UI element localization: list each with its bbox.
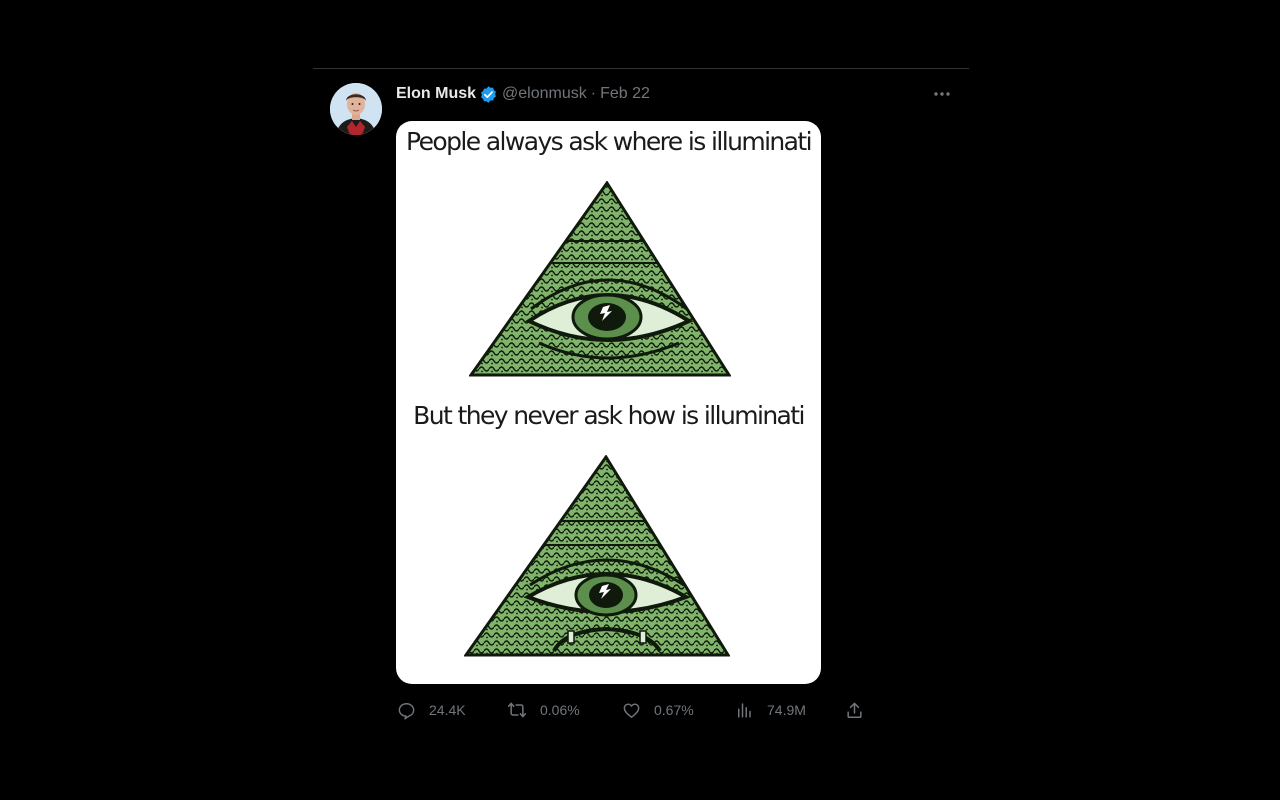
- tweet-header: Elon Musk @elonmusk · Feb 22: [396, 83, 650, 105]
- tweet[interactable]: Elon Musk @elonmusk · Feb 22 People alwa…: [313, 69, 969, 729]
- more-options-button[interactable]: [929, 83, 955, 105]
- views-button[interactable]: 74.9M: [734, 700, 844, 720]
- reply-button[interactable]: 24.4K: [396, 700, 507, 720]
- retweet-count: 0.06%: [540, 702, 580, 718]
- views-chart-icon: [734, 700, 754, 720]
- like-button[interactable]: 0.67%: [621, 700, 734, 720]
- tweet-date[interactable]: Feb 22: [600, 83, 650, 105]
- retweet-button[interactable]: 0.06%: [507, 700, 621, 720]
- reply-icon: [396, 700, 416, 720]
- views-count: 74.9M: [767, 702, 806, 718]
- heart-icon: [621, 700, 641, 720]
- page: Elon Musk @elonmusk · Feb 22 People alwa…: [0, 0, 1280, 800]
- like-count: 0.67%: [654, 702, 694, 718]
- share-icon: [844, 700, 864, 720]
- illuminati-pyramid-image: [469, 181, 731, 377]
- retweet-icon: [507, 700, 527, 720]
- meme-caption-bottom: But they never ask how is illuminati: [413, 401, 805, 430]
- avatar[interactable]: [330, 83, 382, 135]
- tweet-actions: 24.4K 0.06% 0.67% 74.9M: [396, 697, 866, 723]
- illuminati-pyramid-sad-image: [464, 455, 730, 657]
- meme-caption-top: People always ask where is illuminati: [406, 127, 813, 156]
- verified-badge-icon[interactable]: [479, 85, 498, 104]
- author-name[interactable]: Elon Musk: [396, 83, 476, 105]
- tweet-media-image[interactable]: People always ask where is illuminati Bu…: [396, 121, 821, 684]
- author-handle[interactable]: @elonmusk: [502, 83, 587, 105]
- share-button[interactable]: [844, 700, 864, 720]
- more-horizontal-icon: [934, 92, 950, 96]
- reply-count: 24.4K: [429, 702, 466, 718]
- separator-dot: ·: [590, 85, 597, 102]
